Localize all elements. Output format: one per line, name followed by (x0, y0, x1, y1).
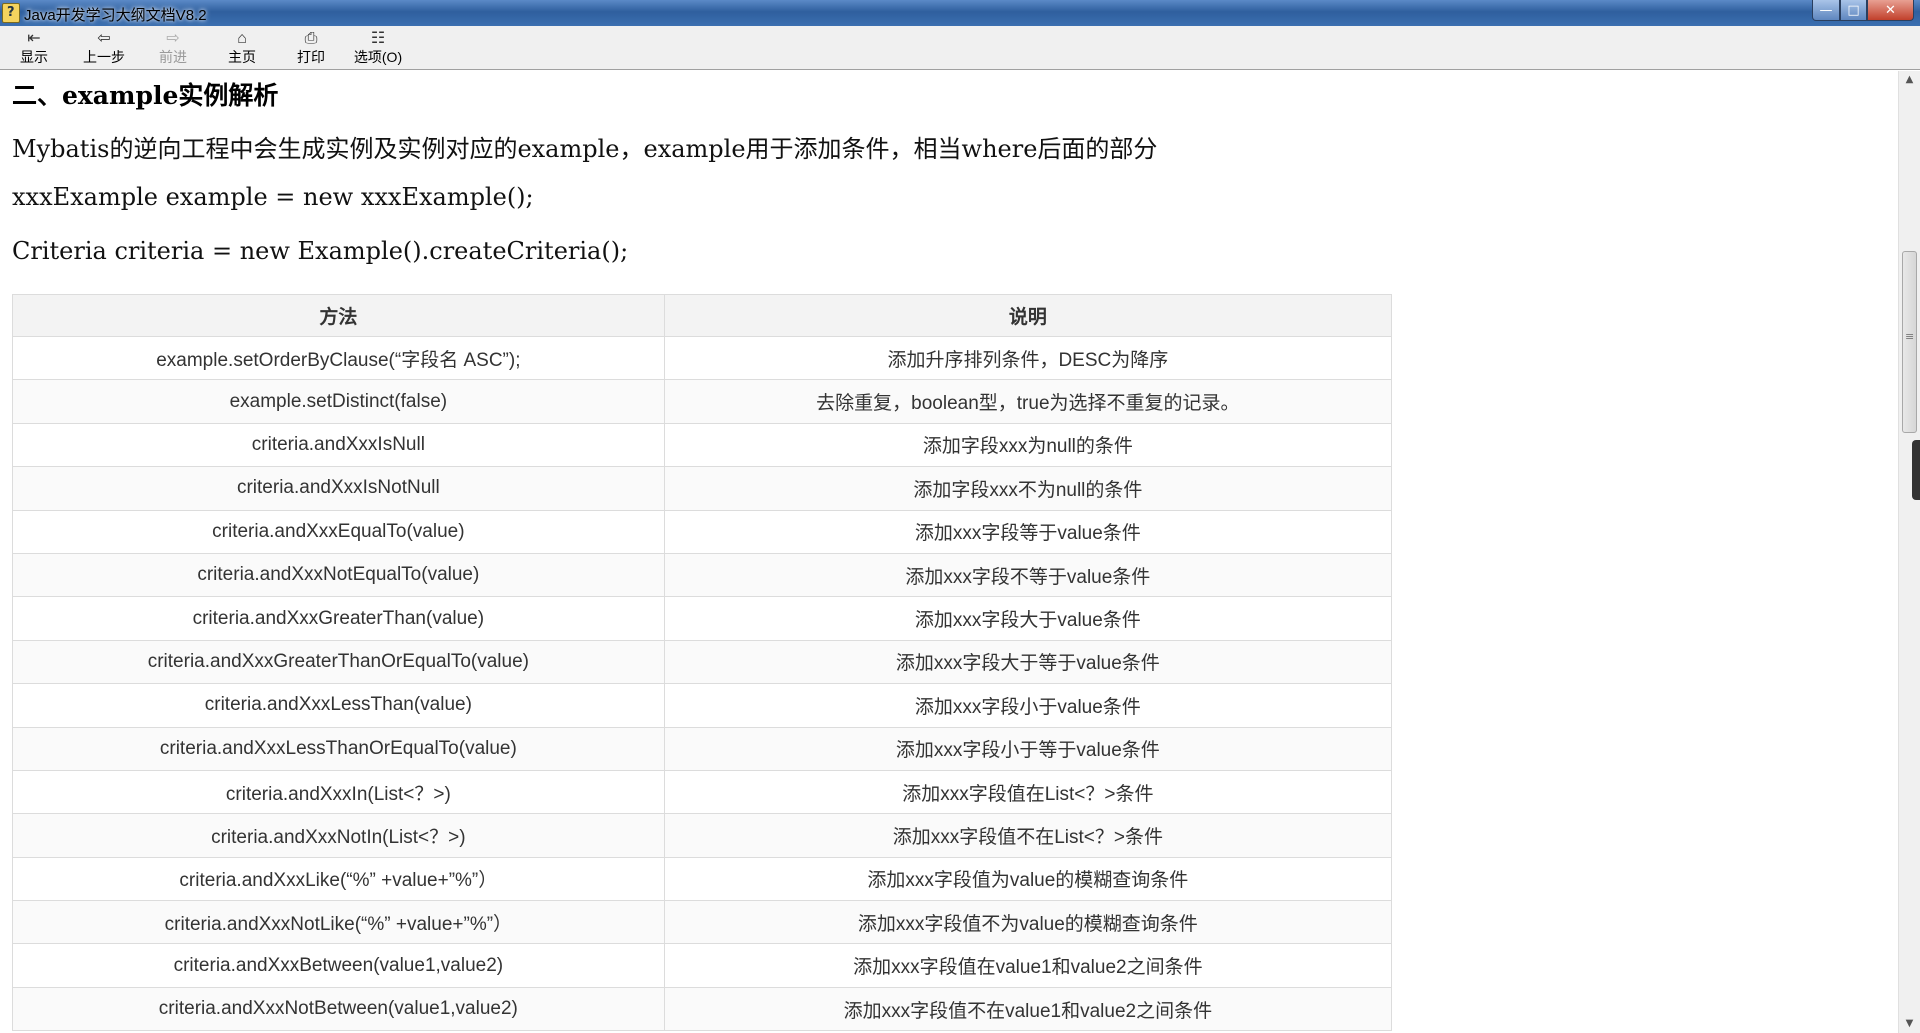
table-row: criteria.andXxxLessThanOrEqualTo(value) 添… (12, 726, 1393, 771)
maximize-button[interactable]: □ (1840, 0, 1867, 21)
description-cell: 添加xxx字段值不在value1和value2之间条件 (663, 986, 1393, 1032)
section-heading: 二、example实例解析 (12, 81, 279, 110)
scroll-up-icon[interactable]: ▲ (1899, 71, 1920, 89)
method-cell: criteria.andXxxIsNotNull (12, 466, 665, 511)
description-cell: 添加xxx字段等于value条件 (663, 509, 1393, 554)
toolbar-home-button[interactable]: ⌂ 主页 (224, 29, 260, 67)
method-cell: example.setOrderByClause(“字段名 ASC”); (12, 335, 665, 381)
description-cell: 添加xxx字段值不在List<？>条件 (663, 813, 1393, 858)
toolbar-print-button[interactable]: ⎙ 打印 (293, 29, 329, 67)
window-title: Java开发学习大纲文档V8.2 (24, 7, 207, 24)
app-help-icon (2, 3, 20, 23)
table-row: criteria.andXxxGreaterThan(value) 添加xxx字段… (12, 596, 1393, 641)
method-cell: criteria.andXxxGreaterThanOrEqualTo(valu… (12, 639, 665, 685)
description-cell: 添加字段xxx为null的条件 (663, 422, 1393, 468)
maximize-icon: □ (1847, 2, 1860, 18)
window-controls: — □ ✕ (1812, 0, 1914, 22)
close-icon: ✕ (1885, 2, 1896, 18)
description-cell: 添加升序排列条件，DESC为降序 (663, 335, 1393, 381)
table-row: criteria.andXxxNotIn(List<？>) 添加xxx字段值不在L… (12, 813, 1393, 858)
method-cell: criteria.andXxxIn(List<？>) (12, 769, 665, 815)
scroll-down-icon[interactable]: ▼ (1899, 1015, 1920, 1033)
header-method: 方法 (12, 294, 665, 337)
table-row: criteria.andXxxGreaterThanOrEqualTo(valu… (12, 639, 1393, 685)
toolbar-home-label: 主页 (228, 49, 256, 65)
method-cell: criteria.andXxxBetween(value1,value2) (12, 943, 665, 988)
table-row: criteria.andXxxNotBetween(value1,value2)… (12, 986, 1393, 1032)
side-panel-handle[interactable] (1912, 440, 1920, 500)
forward-icon: ⇨ (166, 30, 180, 47)
table-row: example.setDistinct(false) 去除重复，boolean型，… (12, 379, 1393, 424)
code-line-example: xxxExample example = new xxxExample(); (12, 183, 534, 211)
method-cell: criteria.andXxxEqualTo(value) (12, 509, 665, 554)
code-line-criteria: Criteria criteria = new Example().create… (12, 237, 629, 265)
back-icon: ⇦ (97, 30, 111, 47)
help-toolbar: ⇤ 显示 ⇦ 上一步 ⇨ 前进 ⌂ 主页 ⎙ 打印 ☷ 选项(O) (0, 26, 1920, 70)
vertical-scrollbar[interactable]: ▲ ▼ (1898, 71, 1920, 1033)
table-row: criteria.andXxxLike(“%” +value+”%”） 添加xxx… (12, 856, 1393, 902)
toolbar-back-button[interactable]: ⇦ 上一步 (80, 29, 128, 67)
description-cell: 添加xxx字段值在List<？>条件 (663, 769, 1393, 815)
toolbar-options-button[interactable]: ☷ 选项(O) (350, 29, 406, 67)
show-icon: ⇤ (27, 30, 41, 47)
table-header-row: 方法 说明 (12, 294, 1393, 337)
toolbar-forward-label: 前进 (159, 49, 187, 65)
method-cell: criteria.andXxxNotEqualTo(value) (12, 552, 665, 598)
description-cell: 添加xxx字段大于value条件 (663, 596, 1393, 641)
toolbar-forward-button[interactable]: ⇨ 前进 (155, 29, 191, 67)
description-cell: 添加xxx字段值不为value的模糊查询条件 (663, 900, 1393, 945)
table-row: criteria.andXxxNotEqualTo(value) 添加xxx字段不… (12, 552, 1393, 598)
scroll-thumb[interactable] (1902, 251, 1917, 433)
toolbar-options-label: 选项(O) (353, 49, 403, 65)
minimize-button[interactable]: — (1812, 0, 1840, 21)
table-row: criteria.andXxxIn(List<？>) 添加xxx字段值在List<… (12, 769, 1393, 815)
home-icon: ⌂ (237, 30, 247, 47)
header-description: 说明 (663, 294, 1393, 337)
description-cell: 添加字段xxx不为null的条件 (663, 466, 1393, 511)
toolbar-show-button[interactable]: ⇤ 显示 (16, 29, 52, 67)
description-cell: 添加xxx字段值在value1和value2之间条件 (663, 943, 1393, 988)
description-cell: 添加xxx字段值为value的模糊查询条件 (663, 856, 1393, 902)
methods-table: 方法 说明 example.setOrderByClause(“字段名 ASC”… (12, 294, 1393, 1032)
table-row: criteria.andXxxIsNull 添加字段xxx为null的条件 (12, 422, 1393, 468)
method-cell: criteria.andXxxNotIn(List<？>) (12, 813, 665, 858)
method-cell: criteria.andXxxIsNull (12, 422, 665, 468)
description-cell: 添加xxx字段不等于value条件 (663, 552, 1393, 598)
toolbar-show-label: 显示 (20, 49, 48, 65)
print-icon: ⎙ (304, 30, 318, 47)
title-bar: Java开发学习大纲文档V8.2 — □ ✕ (0, 0, 1920, 26)
description-cell: 添加xxx字段小于等于value条件 (663, 726, 1393, 771)
method-cell: criteria.andXxxGreaterThan(value) (12, 596, 665, 641)
toolbar-print-label: 打印 (297, 49, 325, 65)
document-content: 二、example实例解析 Mybatis的逆向工程中会生成实例及实例对应的ex… (0, 71, 1898, 1033)
method-cell: criteria.andXxxLike(“%” +value+”%”） (12, 856, 665, 902)
close-button[interactable]: ✕ (1867, 0, 1914, 21)
table-row: criteria.andXxxEqualTo(value) 添加xxx字段等于va… (12, 509, 1393, 554)
method-cell: criteria.andXxxLessThanOrEqualTo(value) (12, 726, 665, 771)
description-cell: 添加xxx字段大于等于value条件 (663, 639, 1393, 685)
description-cell: 添加xxx字段小于value条件 (663, 683, 1393, 728)
minimize-icon: — (1819, 2, 1833, 18)
intro-paragraph: Mybatis的逆向工程中会生成实例及实例对应的example，example用… (12, 135, 1158, 163)
table-row: criteria.andXxxNotLike(“%” +value+”%”） 添加… (12, 900, 1393, 945)
method-cell: criteria.andXxxLessThan(value) (12, 683, 665, 728)
method-cell: criteria.andXxxNotBetween(value1,value2) (12, 986, 665, 1032)
method-cell: criteria.andXxxNotLike(“%” +value+”%”） (12, 900, 665, 945)
description-cell: 去除重复，boolean型，true为选择不重复的记录。 (663, 379, 1393, 424)
method-cell: example.setDistinct(false) (12, 379, 665, 424)
options-icon: ☷ (370, 30, 386, 47)
toolbar-back-label: 上一步 (83, 49, 125, 65)
table-row: criteria.andXxxBetween(value1,value2) 添加x… (12, 943, 1393, 988)
table-row: criteria.andXxxIsNotNull 添加字段xxx不为null的条件 (12, 466, 1393, 511)
table-row: example.setOrderByClause(“字段名 ASC”); 添加升序… (12, 335, 1393, 381)
table-row: criteria.andXxxLessThan(value) 添加xxx字段小于v… (12, 683, 1393, 728)
